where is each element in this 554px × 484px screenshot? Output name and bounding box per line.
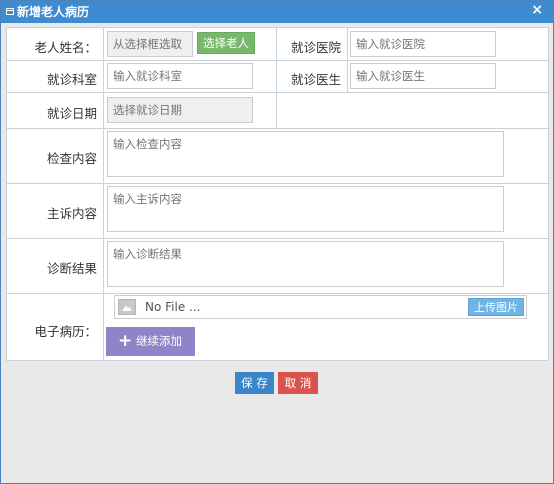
record-label: 电子病历： — [34, 324, 97, 339]
file-input[interactable]: No File ... 上传图片 — [114, 295, 527, 319]
add-more-label: 继续添加 — [136, 334, 182, 348]
file-name-text: No File ... — [145, 300, 201, 314]
complaint-textarea[interactable] — [107, 186, 504, 232]
image-icon — [118, 299, 136, 315]
add-more-button[interactable]: + 继续添加 — [106, 327, 195, 356]
plus-icon: + — [118, 331, 133, 351]
cancel-button[interactable]: 取 消 — [278, 372, 318, 394]
column-divider — [347, 28, 348, 92]
visit-date-label: 就诊日期 — [46, 106, 97, 121]
hospital-input[interactable] — [350, 31, 496, 57]
elder-name-input[interactable] — [107, 31, 193, 57]
upload-image-button[interactable]: 上传图片 — [468, 298, 524, 316]
close-icon[interactable]: × — [531, 1, 543, 19]
elder-name-label: 老人姓名： — [34, 40, 97, 55]
doctor-input[interactable] — [350, 63, 496, 89]
column-divider — [103, 28, 104, 361]
exam-textarea[interactable] — [107, 131, 504, 177]
window-icon — [6, 8, 14, 15]
department-input[interactable] — [107, 63, 253, 89]
dialog-title: 新增老人病历 — [17, 5, 90, 19]
doctor-label: 就诊医生 — [290, 72, 341, 87]
save-button[interactable]: 保 存 — [235, 372, 274, 394]
hospital-label: 就诊医院 — [290, 40, 341, 55]
dialog-titlebar[interactable]: 新增老人病历 × — [1, 1, 553, 23]
exam-label: 检查内容 — [46, 151, 97, 166]
diagnosis-label: 诊断结果 — [46, 261, 97, 276]
diagnosis-textarea[interactable] — [107, 241, 504, 287]
complaint-label: 主诉内容 — [46, 206, 97, 221]
department-label: 就诊科室 — [46, 72, 97, 87]
dialog: 新增老人病历 × 老人姓名： 选择老人 就诊医院 就诊科室 就诊医生 就诊日期 … — [0, 0, 554, 484]
visit-date-input[interactable] — [107, 97, 253, 123]
select-elder-button[interactable]: 选择老人 — [197, 32, 255, 54]
